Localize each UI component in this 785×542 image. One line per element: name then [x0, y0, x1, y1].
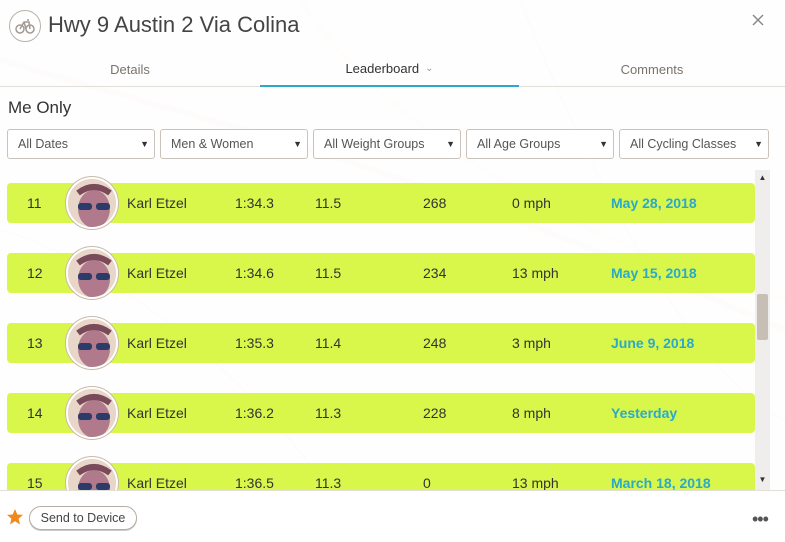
rank: 11: [27, 195, 42, 211]
date-link[interactable]: Yesterday: [611, 393, 677, 433]
speed: 11.3: [315, 405, 342, 421]
leaderboard-row[interactable]: 11 Karl Etzel 1:34.3 11.5 268 0 mph May …: [7, 177, 755, 229]
speed: 11.4: [315, 335, 342, 351]
dropdown-arrow-icon: ▼: [599, 139, 608, 149]
wind: 13 mph: [512, 475, 559, 490]
gender-filter-value: Men & Women: [171, 137, 254, 151]
footer: Send to Device •••: [0, 490, 785, 542]
bicycle-icon: [9, 10, 41, 42]
time: 1:35.3: [235, 335, 274, 351]
close-icon[interactable]: [750, 12, 766, 28]
speed: 11.3: [315, 475, 342, 490]
rank: 15: [27, 475, 43, 490]
tab-leaderboard-label: Leaderboard: [345, 61, 420, 76]
power: 268: [423, 195, 447, 211]
scrollbar-thumb[interactable]: [757, 294, 768, 340]
wind: 13 mph: [512, 265, 559, 281]
leaderboard-row[interactable]: 13 Karl Etzel 1:35.3 11.4 248 3 mph June…: [7, 317, 755, 369]
gender-filter-select[interactable]: Men & Women ▼: [160, 129, 308, 159]
scroll-down-icon[interactable]: ▼: [758, 475, 767, 484]
leaderboard-row[interactable]: 14 Karl Etzel 1:36.2 11.3 228 8 mph Yest…: [7, 387, 755, 439]
wind: 3 mph: [512, 335, 551, 351]
power: 228: [423, 405, 447, 421]
tab-details[interactable]: Details: [0, 52, 260, 87]
weight-filter-value: All Weight Groups: [324, 137, 425, 151]
date-link[interactable]: May 15, 2018: [611, 253, 697, 293]
cycling-class-filter-value: All Cycling Classes: [630, 137, 737, 151]
rank: 14: [27, 405, 43, 421]
speed: 11.5: [315, 195, 342, 211]
star-icon[interactable]: [6, 508, 24, 526]
filter-title: Me Only: [8, 98, 72, 117]
tab-details-label: Details: [110, 62, 150, 77]
avatar: [66, 247, 118, 299]
rider-name: Karl Etzel: [127, 405, 187, 421]
rank: 12: [27, 265, 43, 281]
wind: 0 mph: [512, 195, 551, 211]
time: 1:34.3: [235, 195, 274, 211]
tab-leaderboard[interactable]: Leaderboard ⌄: [260, 52, 519, 87]
dropdown-arrow-icon: ▼: [754, 139, 763, 149]
scrollbar[interactable]: ▲ ▼: [755, 170, 770, 490]
avatar: [66, 457, 118, 490]
avatar: [66, 387, 118, 439]
tab-comments-label: Comments: [620, 62, 684, 77]
time: 1:34.6: [235, 265, 274, 281]
date-link[interactable]: May 28, 2018: [611, 183, 697, 223]
date-filter-value: All Dates: [18, 137, 69, 151]
time: 1:36.5: [235, 475, 274, 490]
more-options-icon[interactable]: •••: [752, 509, 769, 530]
date-filter-select[interactable]: All Dates ▼: [7, 129, 155, 159]
rank: 13: [27, 335, 43, 351]
leaderboard-row[interactable]: 12 Karl Etzel 1:34.6 11.5 234 13 mph May…: [7, 247, 755, 299]
time: 1:36.2: [235, 405, 274, 421]
dropdown-arrow-icon: ▼: [293, 139, 302, 149]
speed: 11.5: [315, 265, 342, 281]
tab-bar: Details Leaderboard ⌄ Comments: [0, 52, 785, 87]
avatar: [66, 317, 118, 369]
page-title: Hwy 9 Austin 2 Via Colina: [48, 12, 300, 37]
power: 234: [423, 265, 447, 281]
leaderboard-list: 11 Karl Etzel 1:34.3 11.5 268 0 mph May …: [0, 170, 770, 490]
date-link[interactable]: March 18, 2018: [611, 463, 711, 490]
leaderboard-row[interactable]: 15 Karl Etzel 1:36.5 11.3 0 13 mph March…: [7, 457, 755, 490]
power: 248: [423, 335, 447, 351]
tab-comments[interactable]: Comments: [519, 52, 785, 87]
rider-name: Karl Etzel: [127, 335, 187, 351]
dropdown-arrow-icon: ▼: [140, 139, 149, 149]
avatar: [66, 177, 118, 229]
rider-name: Karl Etzel: [127, 195, 187, 211]
weight-filter-select[interactable]: All Weight Groups ▼: [313, 129, 461, 159]
wind: 8 mph: [512, 405, 551, 421]
rider-name: Karl Etzel: [127, 475, 187, 490]
dropdown-arrow-icon: ▼: [446, 139, 455, 149]
power: 0: [423, 475, 431, 490]
scroll-up-icon[interactable]: ▲: [758, 173, 767, 182]
age-filter-value: All Age Groups: [477, 137, 561, 151]
segment-panel: Hwy 9 Austin 2 Via Colina Details Leader…: [0, 0, 785, 542]
send-to-device-button[interactable]: Send to Device: [29, 506, 137, 530]
rider-name: Karl Etzel: [127, 265, 187, 281]
age-filter-select[interactable]: All Age Groups ▼: [466, 129, 614, 159]
date-link[interactable]: June 9, 2018: [611, 323, 694, 363]
cycling-class-filter-select[interactable]: All Cycling Classes ▼: [619, 129, 769, 159]
header: Hwy 9 Austin 2 Via Colina: [0, 0, 785, 52]
chevron-down-icon: ⌄: [425, 63, 434, 74]
